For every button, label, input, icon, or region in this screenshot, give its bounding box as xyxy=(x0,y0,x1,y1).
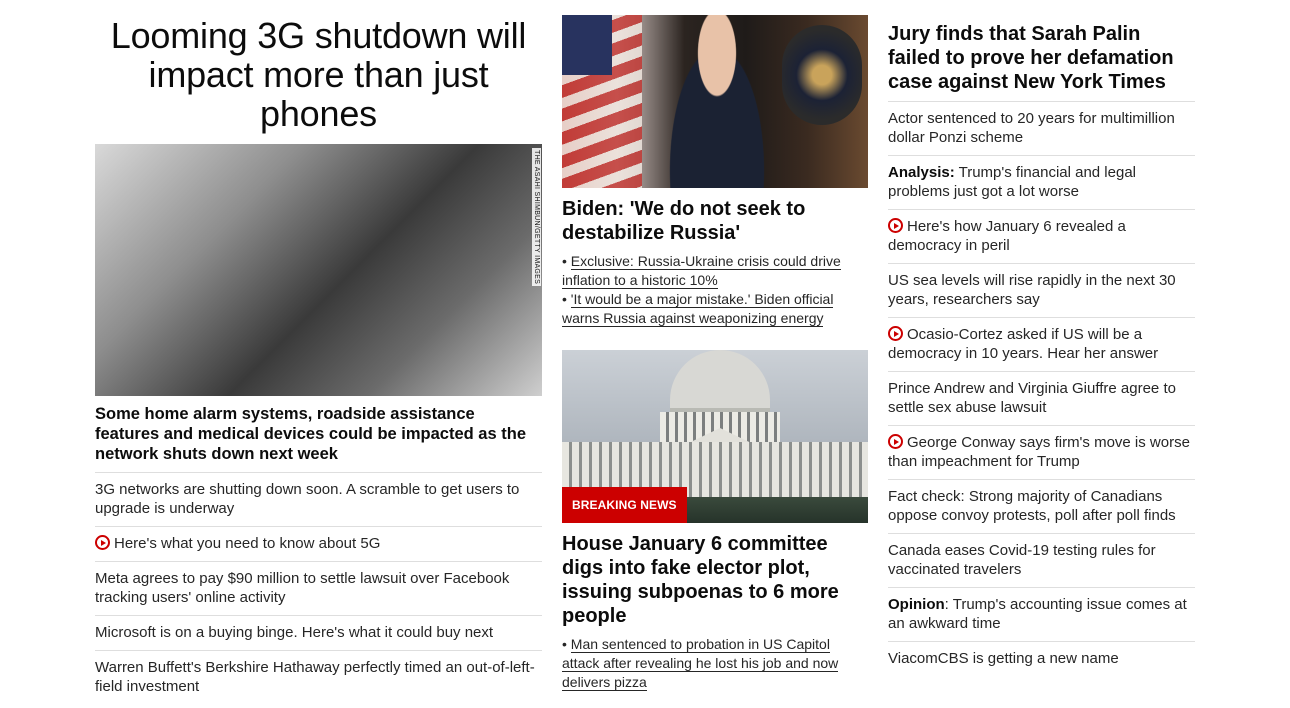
right-list-item[interactable]: Canada eases Covid-19 testing rules for … xyxy=(888,534,1195,588)
play-circle-icon xyxy=(888,218,903,233)
right-list-item-text: ViacomCBS is getting a new name xyxy=(888,650,1119,667)
play-circle-icon xyxy=(95,535,110,550)
right-list-item-text: George Conway says firm's move is worse … xyxy=(888,434,1190,470)
right-list-item[interactable]: Opinion: Trump's accounting issue comes … xyxy=(888,588,1195,642)
right-list-item-text: Fact check: Strong majority of Canadians… xyxy=(888,488,1176,524)
related-link-text: Man sentenced to probation in US Capitol… xyxy=(562,636,839,691)
capitol-dome-graphic xyxy=(670,350,770,420)
left-list-item-text: Warren Buffett's Berkshire Hathaway perf… xyxy=(95,659,535,695)
right-list-item[interactable]: Fact check: Strong majority of Canadians… xyxy=(888,480,1195,534)
related-link[interactable]: • 'It would be a major mistake.' Biden o… xyxy=(562,290,868,328)
palin-headline[interactable]: Jury finds that Sarah Palin failed to pr… xyxy=(888,22,1195,102)
left-list-item[interactable]: Microsoft is on a buying binge. Here's w… xyxy=(95,616,542,651)
right-list-item-text: Actor sentenced to 20 years for multimil… xyxy=(888,110,1175,146)
hero-image-car-interior[interactable]: THE ASAHI SHIMBUN/GETTY IMAGES xyxy=(95,144,542,396)
photo-credit: THE ASAHI SHIMBUN/GETTY IMAGES xyxy=(532,148,541,287)
related-link-text: Exclusive: Russia-Ukraine crisis could d… xyxy=(562,253,841,289)
us-flag-canton-graphic xyxy=(562,15,612,75)
left-list-item-text: Meta agrees to pay $90 million to settle… xyxy=(95,570,510,606)
play-circle-icon xyxy=(888,326,903,341)
related-link[interactable]: • Man sentenced to probation in US Capit… xyxy=(562,635,868,692)
hero-caption-link[interactable]: Some home alarm systems, roadside assist… xyxy=(95,404,542,473)
right-list-item[interactable]: Actor sentenced to 20 years for multimil… xyxy=(888,102,1195,156)
play-circle-icon xyxy=(888,434,903,449)
capitol-image[interactable]: BREAKING NEWS xyxy=(562,350,868,523)
bullet-symbol: • xyxy=(562,636,567,652)
main-headline[interactable]: Looming 3G shutdown will impact more tha… xyxy=(95,16,542,133)
bullet-symbol: • xyxy=(562,291,567,307)
left-column: Looming 3G shutdown will impact more tha… xyxy=(95,0,542,704)
right-list-item-text: Canada eases Covid-19 testing rules for … xyxy=(888,542,1156,578)
item-prefix-label: Opinion xyxy=(888,596,945,613)
right-list-item[interactable]: ViacomCBS is getting a new name xyxy=(888,642,1195,676)
right-list-item-text: US sea levels will rise rapidly in the n… xyxy=(888,272,1176,308)
middle-column: Biden: 'We do not seek to destabilize Ru… xyxy=(562,0,868,692)
left-list-item[interactable]: 3G networks are shutting down soon. A sc… xyxy=(95,473,542,527)
right-column: Jury finds that Sarah Palin failed to pr… xyxy=(888,0,1195,676)
left-list-item[interactable]: Here's what you need to know about 5G xyxy=(95,527,542,562)
right-list-item[interactable]: US sea levels will rise rapidly in the n… xyxy=(888,264,1195,318)
presidential-seal-graphic xyxy=(782,25,862,125)
related-link-text: 'It would be a major mistake.' Biden off… xyxy=(562,291,834,327)
right-list-item[interactable]: Analysis: Trump's financial and legal pr… xyxy=(888,156,1195,210)
jan6-headline[interactable]: House January 6 committee digs into fake… xyxy=(562,532,868,628)
item-prefix-label: Analysis: xyxy=(888,164,955,181)
right-list-item-text: Here's how January 6 revealed a democrac… xyxy=(888,218,1126,254)
right-list-item[interactable]: George Conway says firm's move is worse … xyxy=(888,426,1195,480)
bullet-symbol: • xyxy=(562,253,567,269)
right-list-item[interactable]: Ocasio-Cortez asked if US will be a demo… xyxy=(888,318,1195,372)
left-list-item-text: 3G networks are shutting down soon. A sc… xyxy=(95,481,520,517)
biden-headline[interactable]: Biden: 'We do not seek to destabilize Ru… xyxy=(562,197,868,245)
breaking-news-badge: BREAKING NEWS xyxy=(562,487,687,523)
left-list-item[interactable]: Warren Buffett's Berkshire Hathaway perf… xyxy=(95,651,542,704)
right-list-item-text: Prince Andrew and Virginia Giuffre agree… xyxy=(888,380,1176,416)
related-link[interactable]: • Exclusive: Russia-Ukraine crisis could… xyxy=(562,252,868,290)
speaker-figure-graphic xyxy=(657,15,777,188)
biden-image[interactable] xyxy=(562,15,868,188)
jan6-related-links: • Man sentenced to probation in US Capit… xyxy=(562,635,868,692)
right-list-item[interactable]: Here's how January 6 revealed a democrac… xyxy=(888,210,1195,264)
right-list-item[interactable]: Prince Andrew and Virginia Giuffre agree… xyxy=(888,372,1195,426)
biden-related-links: • Exclusive: Russia-Ukraine crisis could… xyxy=(562,252,868,328)
right-list-item-text: Ocasio-Cortez asked if US will be a demo… xyxy=(888,326,1159,362)
left-list-item-text: Microsoft is on a buying binge. Here's w… xyxy=(95,624,494,641)
left-list-item-text: Here's what you need to know about 5G xyxy=(114,535,381,552)
left-list-item[interactable]: Meta agrees to pay $90 million to settle… xyxy=(95,562,542,616)
